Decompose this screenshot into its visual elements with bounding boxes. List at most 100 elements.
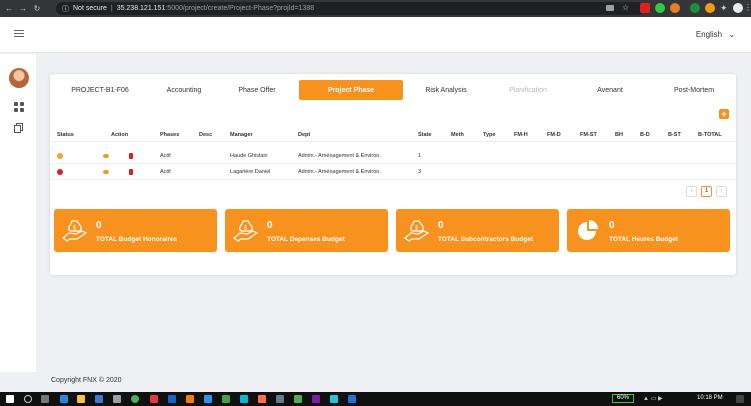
hamburger-menu-icon[interactable] — [14, 30, 24, 38]
app-icon-green[interactable] — [222, 395, 230, 403]
col-type: Type — [483, 132, 496, 138]
col-manager: Manager — [230, 132, 253, 138]
project-tabs: PROJECT-B1-F06 Accounting Phase Offer Pr… — [50, 80, 736, 100]
browser-menu-icon[interactable]: ⋮ — [744, 3, 751, 13]
kpi-budget-honoraires: $ 0 TOTAL Budget Honoraires — [54, 209, 217, 252]
manager-cell: Lagarière Daniel — [230, 169, 271, 175]
star-icon[interactable]: ☆ — [622, 3, 632, 13]
tab-project-phase[interactable]: Project Phase — [299, 80, 403, 100]
delete-trash-icon[interactable] — [129, 153, 133, 159]
profile-avatar-icon[interactable] — [733, 3, 743, 13]
app-icon-lime[interactable] — [294, 395, 302, 403]
puzzle-icon[interactable]: ✦ — [720, 3, 730, 13]
app-icon-gray[interactable] — [113, 395, 121, 403]
address-bar[interactable]: ⓘ Not secure | 35.238.121.151 :5000/proj… — [56, 2, 644, 15]
tab-risk-analysis[interactable]: Risk Analysis — [404, 80, 488, 100]
opera-icon[interactable] — [150, 395, 158, 403]
left-sidebar — [0, 54, 36, 372]
kpi-label: TOTAL Heures Budget — [609, 236, 678, 243]
delete-trash-icon[interactable] — [129, 169, 133, 175]
col-status: Status — [57, 132, 74, 138]
page-footer: Copyright FNX © 2020 — [51, 377, 122, 384]
tab-phase-offer[interactable]: Phase Offer — [215, 80, 299, 100]
col-phases: Phases — [160, 132, 180, 138]
col-fm-st: FM-ST — [580, 132, 597, 138]
app-icon-cyan[interactable] — [240, 395, 248, 403]
reload-icon[interactable]: ↻ — [32, 4, 42, 14]
next-page-button[interactable]: › — [716, 186, 727, 197]
app-icon-teal[interactable] — [330, 395, 338, 403]
forward-icon[interactable]: → — [18, 4, 28, 14]
app-icon-slate[interactable] — [276, 395, 284, 403]
svg-text:$: $ — [244, 225, 248, 232]
clock[interactable]: 10:18 PM — [697, 395, 723, 401]
language-label: English — [695, 30, 723, 39]
windows-start-icon[interactable] — [6, 395, 14, 403]
task-view-icon[interactable] — [41, 395, 49, 403]
word-icon[interactable] — [348, 395, 356, 403]
tab-planification: Planification — [509, 86, 547, 94]
kpi-heures-budget: 0 TOTAL Heures Budget — [567, 209, 730, 252]
battery-indicator[interactable]: 60% — [612, 394, 634, 403]
svg-text:$: $ — [415, 225, 419, 232]
view-eye-icon[interactable] — [103, 170, 109, 174]
dashboard-grid-icon[interactable] — [14, 102, 24, 112]
chrome-icon[interactable] — [131, 395, 139, 403]
col-b-st: B-ST — [668, 132, 681, 138]
state-cell: 1 — [418, 153, 422, 159]
extension-green-icon[interactable] — [655, 3, 665, 13]
kpi-value: 0 — [609, 220, 615, 231]
col-meth: Meth — [451, 132, 464, 138]
col-fm-d: FM-D — [547, 132, 561, 138]
copy-documents-icon[interactable] — [14, 123, 24, 133]
url-host: 35.238.121.151 — [116, 5, 166, 12]
phase-cell: Actif — [160, 169, 171, 175]
dept-cell: Admin.- Aménagement & Environ. — [298, 169, 381, 175]
prev-page-button[interactable]: ‹ — [686, 186, 697, 197]
col-dept: Dept — [298, 132, 311, 138]
browser-toolbar: ← → ↻ ⓘ Not secure | 35.238.121.151 :500… — [0, 0, 751, 17]
back-icon[interactable]: ← — [4, 4, 14, 14]
app-icon-blue[interactable] — [95, 395, 103, 403]
svg-text:$: $ — [73, 225, 77, 232]
user-avatar[interactable] — [9, 68, 29, 88]
firefox-icon[interactable] — [186, 395, 194, 403]
tab-accounting[interactable]: Accounting — [142, 80, 226, 100]
app-icon-navy[interactable] — [168, 395, 176, 403]
tab-post-mortem[interactable]: Post-Mortem — [652, 80, 736, 100]
extension-orange-icon[interactable] — [670, 3, 680, 13]
extension-abp-icon[interactable] — [640, 3, 650, 13]
table-row: Actif Lagarière Daniel Admin.- Aménageme… — [50, 164, 736, 180]
status-dot — [57, 169, 63, 175]
system-tray-icons[interactable]: ▲ ▭ ▶ — [643, 395, 663, 402]
col-bh: BH — [615, 132, 623, 138]
project-card: PROJECT-B1-F06 Accounting Phase Offer Pr… — [50, 74, 736, 275]
money-hand-icon: $ — [233, 220, 259, 242]
notifications-icon[interactable] — [736, 395, 744, 403]
phases-table-header: Status Action Phases Desc Manager Dept S… — [50, 130, 736, 142]
search-icon[interactable] — [24, 395, 32, 403]
edge-icon[interactable] — [60, 395, 68, 403]
tab-project-code[interactable]: PROJECT-B1-F06 — [58, 80, 142, 100]
extension-circle-icon[interactable] — [690, 3, 700, 13]
extension-wave-icon[interactable] — [705, 3, 715, 13]
view-eye-icon[interactable] — [103, 154, 109, 158]
key-icon[interactable] — [606, 5, 614, 11]
phase-cell: Actif — [160, 153, 171, 159]
app-icon-orange[interactable] — [258, 395, 266, 403]
tab-avenant[interactable]: Avenant — [568, 80, 652, 100]
app-icon-purple[interactable] — [312, 395, 320, 403]
file-explorer-icon[interactable] — [77, 395, 85, 403]
pie-chart-icon — [578, 220, 598, 240]
security-label: Not secure — [73, 5, 107, 12]
col-b-d: B-D — [640, 132, 650, 138]
state-cell: 3 — [418, 169, 422, 175]
language-selector[interactable]: English ⌄ — [696, 30, 735, 39]
chevron-down-icon: ⌄ — [728, 30, 735, 39]
vscode-icon[interactable] — [204, 395, 212, 403]
kpi-value: 0 — [438, 220, 444, 231]
money-hand-icon: $ — [404, 220, 430, 242]
add-phase-button[interactable]: + — [719, 109, 729, 119]
current-page-button[interactable]: 1 — [701, 186, 712, 197]
col-desc: Desc — [199, 132, 213, 138]
